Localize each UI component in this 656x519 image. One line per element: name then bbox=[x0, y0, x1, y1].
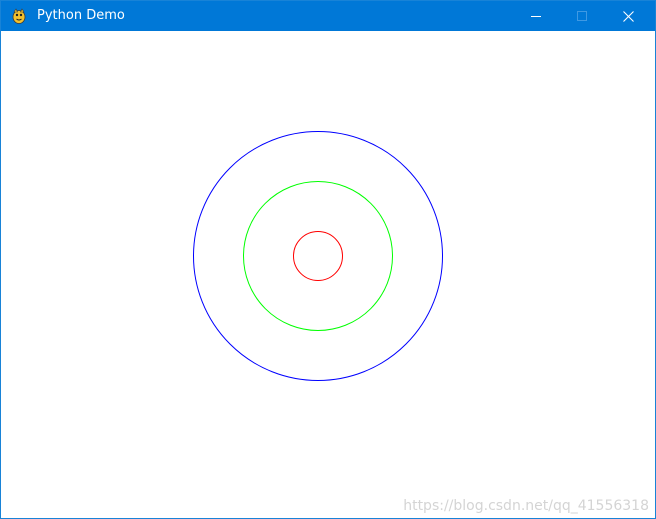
maximize-button[interactable] bbox=[559, 1, 605, 31]
watermark: https://blog.csdn.net/qq_41556318 bbox=[403, 498, 649, 514]
maximize-icon bbox=[577, 11, 587, 21]
minimize-icon bbox=[531, 16, 541, 17]
pygame-snake-icon bbox=[12, 8, 26, 24]
middle-circle bbox=[243, 181, 393, 331]
title-bar[interactable]: Python Demo bbox=[1, 1, 655, 31]
close-button[interactable] bbox=[605, 1, 651, 31]
drawing-canvas bbox=[193, 131, 443, 381]
outer-circle bbox=[193, 131, 443, 381]
inner-circle bbox=[293, 231, 343, 281]
window-title: Python Demo bbox=[37, 8, 125, 23]
canvas-area[interactable]: https://blog.csdn.net/qq_41556318 bbox=[1, 31, 655, 518]
minimize-button[interactable] bbox=[513, 1, 559, 31]
close-icon bbox=[622, 10, 634, 22]
app-window: Python Demo https://blog.csdn.net/qq_415… bbox=[0, 0, 656, 519]
